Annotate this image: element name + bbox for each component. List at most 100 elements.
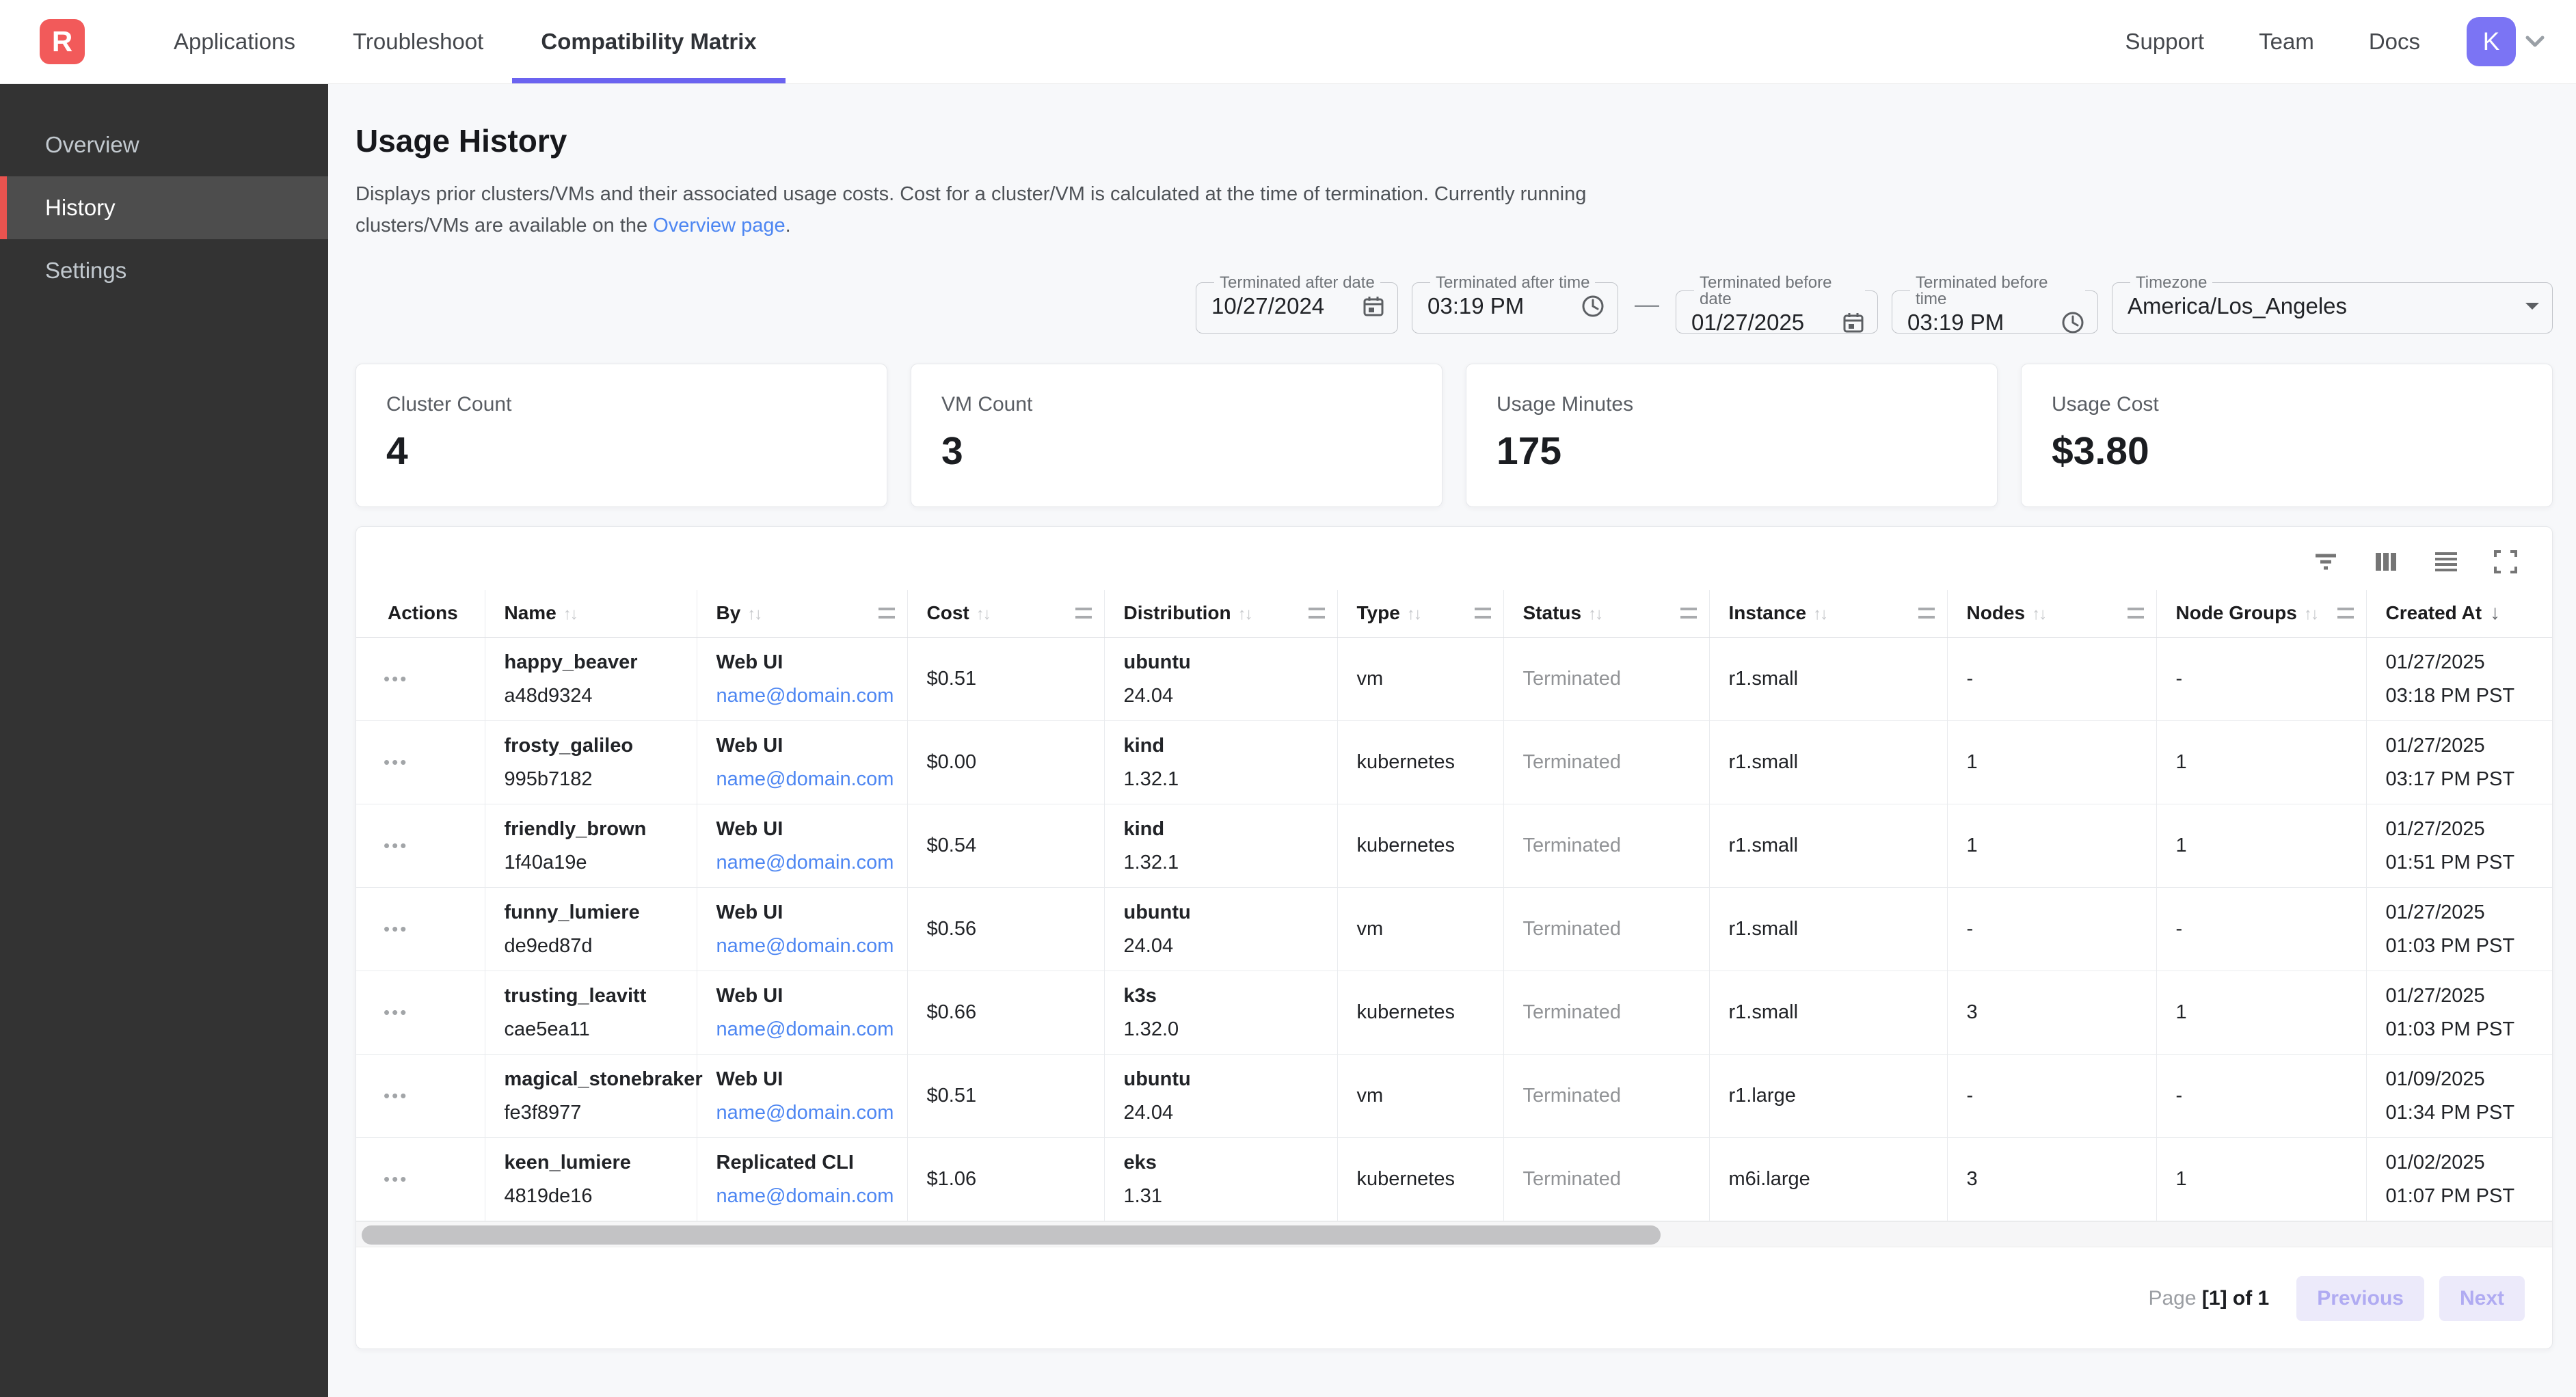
cell-by: Web UIname@domain.com xyxy=(697,638,907,721)
timezone-select[interactable]: Timezone America/Los_Angeles xyxy=(2112,275,2553,334)
density-icon[interactable] xyxy=(2432,547,2460,576)
column-menu-icon[interactable] xyxy=(1918,608,1935,619)
column-header-cost[interactable]: Cost↑↓ xyxy=(907,590,1104,638)
scrollbar-thumb[interactable] xyxy=(362,1225,1661,1245)
column-menu-icon[interactable] xyxy=(1075,608,1092,619)
cell-type: kubernetes xyxy=(1337,971,1503,1055)
cell-type: vm xyxy=(1337,1055,1503,1138)
row-actions-button[interactable]: ••• xyxy=(384,1085,408,1107)
stat-value: $3.80 xyxy=(2052,429,2522,474)
columns-icon[interactable] xyxy=(2372,547,2400,576)
terminated-before-time-label: Terminated before time xyxy=(1910,275,2085,308)
page-indicator-value: [1] of 1 xyxy=(2202,1287,2269,1310)
nav-link-docs[interactable]: Docs xyxy=(2342,0,2447,83)
tab-applications[interactable]: Applications xyxy=(145,0,324,83)
sort-desc-icon[interactable]: ↓ xyxy=(2490,601,2500,624)
cell-secondary-text: 24.04 xyxy=(1124,685,1337,707)
cell-primary-text: Replicated CLI xyxy=(716,1152,907,1174)
page-indicator: Page [1] of 1 xyxy=(2148,1287,2269,1310)
column-header-type[interactable]: Type↑↓ xyxy=(1337,590,1503,638)
avatar[interactable]: K xyxy=(2467,17,2516,66)
sort-icon[interactable]: ↑↓ xyxy=(1588,605,1602,623)
cell-name: happy_beavera48d9324 xyxy=(485,638,697,721)
horizontal-scrollbar[interactable] xyxy=(356,1221,2552,1247)
email-link[interactable]: name@domain.com xyxy=(716,852,907,874)
filter-icon[interactable] xyxy=(2311,547,2340,576)
row-actions-button[interactable]: ••• xyxy=(384,1002,408,1023)
sidebar-item-overview[interactable]: Overview xyxy=(0,113,328,176)
cell-status: Terminated xyxy=(1503,1138,1709,1221)
clock-icon[interactable] xyxy=(2061,310,2085,335)
fullscreen-icon[interactable] xyxy=(2492,548,2519,575)
sort-icon[interactable]: ↑↓ xyxy=(2032,605,2045,623)
cell-distribution: ubuntu24.04 xyxy=(1104,888,1337,971)
cell-secondary-text: 01:07 PM PST xyxy=(2386,1185,2552,1208)
page-indicator-prefix: Page xyxy=(2148,1287,2201,1310)
account-menu-button[interactable] xyxy=(2525,36,2545,48)
sidebar-item-settings[interactable]: Settings xyxy=(0,239,328,302)
cell-node-groups: 1 xyxy=(2156,971,2366,1055)
terminated-before-date-field[interactable]: Terminated before date 01/27/2025 xyxy=(1676,275,1878,334)
column-header-nodes[interactable]: Nodes↑↓ xyxy=(1947,590,2156,638)
column-header-name[interactable]: Name↑↓ xyxy=(485,590,697,638)
email-link[interactable]: name@domain.com xyxy=(716,685,907,707)
column-header-by[interactable]: By↑↓ xyxy=(697,590,907,638)
sort-icon[interactable]: ↑↓ xyxy=(1813,605,1827,623)
usage-table-card: ActionsName↑↓By↑↓Cost↑↓Distribution↑↓Typ… xyxy=(355,526,2553,1349)
row-actions-button[interactable]: ••• xyxy=(384,919,408,940)
row-actions-button[interactable]: ••• xyxy=(384,835,408,856)
sort-icon[interactable]: ↑↓ xyxy=(976,605,990,623)
cell-instance: r1.small xyxy=(1709,888,1947,971)
calendar-icon[interactable] xyxy=(1842,311,1865,334)
cell-actions: ••• xyxy=(356,1138,485,1221)
terminated-after-date-field[interactable]: Terminated after date 10/27/2024 xyxy=(1196,275,1398,334)
cell-primary-text: eks xyxy=(1124,1152,1337,1174)
column-menu-icon[interactable] xyxy=(878,608,895,619)
calendar-icon[interactable] xyxy=(1362,295,1385,318)
cell-created-at: 01/09/202501:34 PM PST xyxy=(2366,1055,2552,1138)
nav-link-support[interactable]: Support xyxy=(2098,0,2232,83)
app-logo[interactable]: R xyxy=(40,19,85,64)
cell-distribution: k3s1.32.0 xyxy=(1104,971,1337,1055)
column-menu-icon[interactable] xyxy=(1309,608,1325,619)
sort-icon[interactable]: ↑↓ xyxy=(2304,605,2318,623)
email-link[interactable]: name@domain.com xyxy=(716,1185,907,1208)
column-menu-icon[interactable] xyxy=(1475,608,1491,619)
email-link[interactable]: name@domain.com xyxy=(716,768,907,791)
tab-troubleshoot[interactable]: Troubleshoot xyxy=(324,0,512,83)
previous-page-button[interactable]: Previous xyxy=(2296,1276,2424,1321)
sort-icon[interactable]: ↑↓ xyxy=(747,605,761,623)
clock-icon[interactable] xyxy=(1581,294,1605,318)
sidebar-item-history[interactable]: History xyxy=(0,176,328,239)
overview-page-link[interactable]: Overview page xyxy=(653,215,785,236)
terminated-before-time-field[interactable]: Terminated before time 03:19 PM xyxy=(1892,275,2098,334)
sort-icon[interactable]: ↑↓ xyxy=(1407,605,1421,623)
row-actions-button[interactable]: ••• xyxy=(384,668,408,690)
dropdown-caret-icon[interactable] xyxy=(2525,302,2540,310)
email-link[interactable]: name@domain.com xyxy=(716,1018,907,1041)
column-menu-icon[interactable] xyxy=(2128,608,2144,619)
column-header-created-at[interactable]: Created At↓ xyxy=(2366,590,2552,638)
sort-icon[interactable]: ↑↓ xyxy=(1238,605,1252,623)
tab-compatibility-matrix[interactable]: Compatibility Matrix xyxy=(512,0,785,83)
row-actions-button[interactable]: ••• xyxy=(384,752,408,773)
column-menu-icon[interactable] xyxy=(2337,608,2354,619)
cell-primary-text: Web UI xyxy=(716,735,907,757)
email-link[interactable]: name@domain.com xyxy=(716,935,907,958)
column-header-status[interactable]: Status↑↓ xyxy=(1503,590,1709,638)
cell-instance: r1.large xyxy=(1709,1055,1947,1138)
column-header-instance[interactable]: Instance↑↓ xyxy=(1709,590,1947,638)
next-page-button[interactable]: Next xyxy=(2439,1276,2525,1321)
column-menu-icon[interactable] xyxy=(1680,608,1697,619)
cell-node-groups: - xyxy=(2156,888,2366,971)
terminated-after-time-field[interactable]: Terminated after time 03:19 PM xyxy=(1412,275,1618,334)
sort-icon[interactable]: ↑↓ xyxy=(563,605,577,623)
column-header-distribution[interactable]: Distribution↑↓ xyxy=(1104,590,1337,638)
cell-cost: $0.56 xyxy=(907,888,1104,971)
row-actions-button[interactable]: ••• xyxy=(384,1169,408,1190)
email-link[interactable]: name@domain.com xyxy=(716,1102,907,1124)
stat-card-cluster-count: Cluster Count4 xyxy=(355,364,887,507)
avatar-initial: K xyxy=(2483,27,2500,56)
column-header-node-groups[interactable]: Node Groups↑↓ xyxy=(2156,590,2366,638)
nav-link-team[interactable]: Team xyxy=(2231,0,2342,83)
